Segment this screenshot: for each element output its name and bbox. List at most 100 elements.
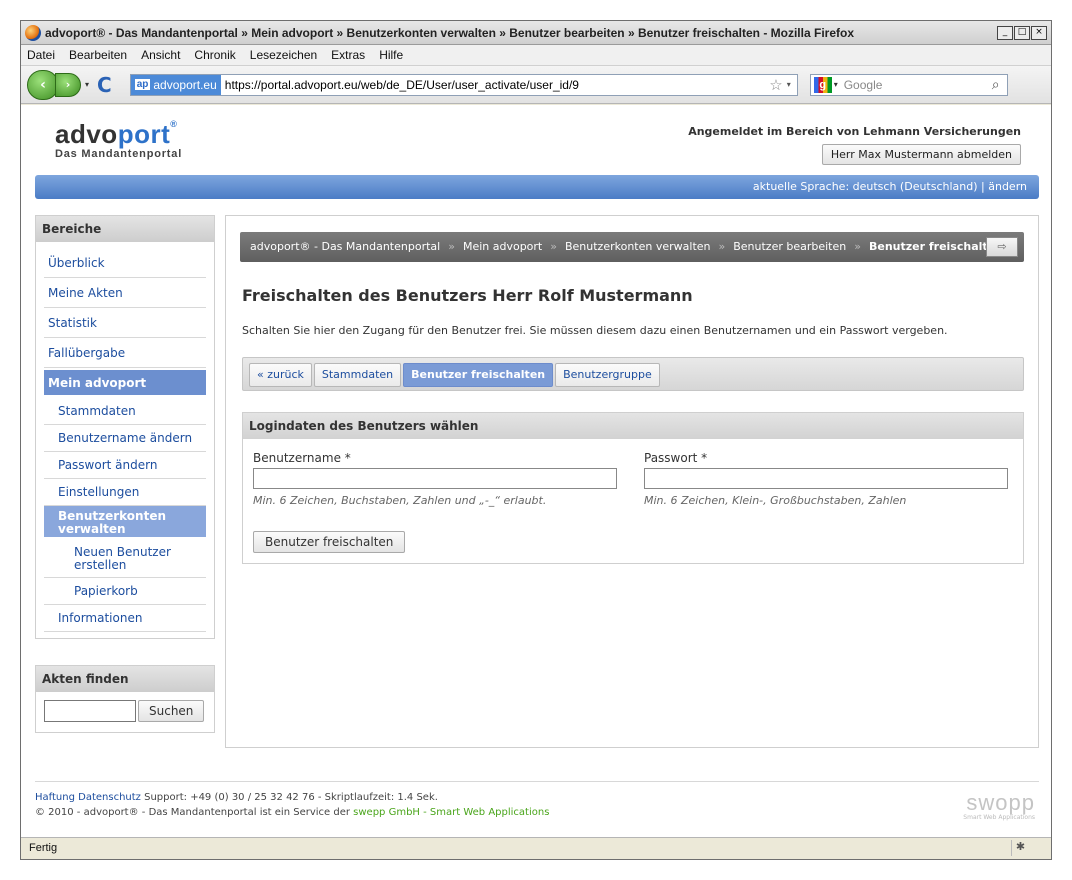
tab-back[interactable]: « zurück	[249, 363, 312, 387]
menu-bearbeiten[interactable]: Bearbeiten	[69, 48, 127, 62]
maximize-button[interactable]: □	[1014, 25, 1030, 40]
swopp-logo-text: swopp	[966, 790, 1035, 815]
username-hint: Min. 6 Zeichen, Buchstaben, Zahlen und „…	[253, 494, 547, 507]
logo-text-advo: advo	[55, 119, 118, 149]
footer-copyright: © 2010 - advoport® - Das Mandantenportal…	[35, 807, 350, 818]
breadcrumb-action-icon[interactable]: ⇨	[986, 237, 1018, 257]
site-favicon: ap	[134, 79, 151, 90]
logo-registered: ®	[170, 119, 178, 129]
sidebar-item-mein-advoport[interactable]: Mein advoport	[44, 370, 206, 398]
akten-search-input[interactable]	[44, 700, 136, 722]
search-engine-dropdown-icon[interactable]: ▾	[834, 80, 838, 89]
sidebar-item-benutzername-aendern[interactable]: Benutzername ändern	[44, 425, 206, 452]
password-input[interactable]	[644, 468, 1008, 489]
minimize-button[interactable]: _	[997, 25, 1013, 40]
login-info: Angemeldet im Bereich von Lehmann Versic…	[688, 125, 1021, 165]
sidebar: Bereiche Überblick Meine Akten Statistik…	[35, 215, 215, 733]
url-input[interactable]: https://portal.advoport.eu/web/de_DE/Use…	[225, 78, 769, 92]
footer-support: Support: +49 (0) 30 / 25 32 42 76 - Skri…	[144, 792, 438, 803]
breadcrumb-current: Benutzer freischalten	[868, 240, 1003, 253]
swopp-logo-subtitle: Smart Web Applications	[963, 814, 1035, 821]
forward-button[interactable]: ›	[55, 72, 81, 97]
breadcrumb-separator: »	[854, 240, 861, 253]
page-footer: Haftung Datenschutz Support: +49 (0) 30 …	[35, 781, 1039, 821]
breadcrumb-item-benutzer-bearbeiten[interactable]: Benutzer bearbeiten	[733, 240, 846, 253]
username-input[interactable]	[253, 468, 617, 489]
logo-subtitle: Das Mandantenportal	[55, 148, 183, 160]
main-content: advoport® - Das Mandantenportal » Mein adv…	[225, 215, 1039, 748]
sidebar-item-papierkorb[interactable]: Papierkorb	[44, 578, 206, 605]
sidebar-item-stammdaten[interactable]: Stammdaten	[44, 398, 206, 425]
url-bar[interactable]: ap advoport.eu https://portal.advoport.e…	[129, 73, 798, 96]
site-identity-button[interactable]: ap advoport.eu	[130, 74, 221, 95]
reload-icon[interactable]: C	[97, 73, 112, 97]
search-bar[interactable]: g ▾ Google ⌕	[809, 73, 1008, 96]
bookmark-star-icon[interactable]: ☆	[769, 76, 782, 94]
sidebar-item-statistik[interactable]: Statistik	[44, 308, 206, 338]
footer-link-haftung[interactable]: Haftung	[35, 792, 75, 803]
addon-status-icon[interactable]: ✱	[1011, 840, 1029, 856]
footer-company-link[interactable]: swepp GmbH - Smart Web Applications	[353, 807, 549, 818]
login-status: Angemeldet im Bereich von Lehmann Versic…	[688, 125, 1021, 138]
username-field-group: Benutzername * Min. 6 Zeichen, Buchstabe…	[253, 451, 617, 507]
footer-link-datenschutz[interactable]: Datenschutz	[78, 792, 141, 803]
page-title: Freischalten des Benutzers Herr Rolf Mus…	[242, 286, 693, 305]
window-controls: _ □ ×	[997, 25, 1047, 40]
breadcrumb-separator: »	[718, 240, 726, 253]
search-icon[interactable]: ⌕	[985, 76, 1007, 93]
menu-chronik[interactable]: Chronik	[194, 48, 235, 62]
window-title: advoport® - Das Mandantenportal » Mein a…	[45, 25, 854, 40]
breadcrumb: advoport® - Das Mandantenportal » Mein adv…	[240, 232, 1024, 262]
sidebar-item-informationen[interactable]: Informationen	[44, 605, 206, 632]
url-dropdown-icon[interactable]: ▾	[787, 80, 791, 89]
areas-box: Bereiche Überblick Meine Akten Statistik…	[35, 215, 215, 639]
menu-lesezeichen[interactable]: Lesezeichen	[250, 48, 317, 62]
tab-benutzergruppe[interactable]: Benutzergruppe	[555, 363, 660, 387]
akten-search-title: Akten finden	[36, 666, 214, 692]
password-hint: Min. 6 Zeichen, Klein-, Großbuchstaben, …	[644, 494, 907, 507]
language-bar[interactable]: aktuelle Sprache: deutsch (Deutschland) …	[35, 175, 1039, 199]
breadcrumb-item-portal[interactable]: advoport® - Das Mandantenportal	[250, 240, 440, 253]
areas-title: Bereiche	[36, 216, 214, 242]
status-text: Fertig	[29, 842, 58, 854]
akten-search-box: Akten finden Suchen	[35, 665, 215, 733]
menu-ansicht[interactable]: Ansicht	[141, 48, 180, 62]
firefox-icon	[25, 24, 41, 41]
advoport-logo[interactable]: advoport® Das Mandantenportal	[55, 119, 182, 160]
close-button[interactable]: ×	[1031, 25, 1047, 40]
breadcrumb-item-benutzerkonten[interactable]: Benutzerkonten verwalten	[565, 240, 711, 253]
login-data-panel: Logindaten des Benutzers wählen Benutzer…	[242, 412, 1024, 564]
status-bar: Fertig ✱	[21, 837, 1051, 859]
sidebar-nav: Überblick Meine Akten Statistik Fallüber…	[36, 242, 214, 638]
menu-hilfe[interactable]: Hilfe	[379, 48, 403, 62]
sidebar-item-falluebergabe[interactable]: Fallübergabe	[44, 338, 206, 368]
tab-stammdaten[interactable]: Stammdaten	[313, 363, 402, 387]
browser-window: advoport® - Das Mandantenportal » Mein a…	[20, 20, 1052, 860]
logout-button[interactable]: Herr Max Mustermann abmelden	[821, 144, 1021, 165]
logo-text-port: port	[117, 119, 171, 149]
password-field-group: Passwort * Min. 6 Zeichen, Klein-, Großb…	[644, 451, 1008, 507]
sidebar-item-einstellungen[interactable]: Einstellungen	[44, 479, 206, 506]
history-dropdown-icon[interactable]: ▾	[85, 80, 89, 89]
swopp-logo[interactable]: swopp Smart Web Applications	[963, 790, 1035, 821]
sidebar-item-ueberblick[interactable]: Überblick	[44, 248, 206, 278]
sidebar-item-passwort-aendern[interactable]: Passwort ändern	[44, 452, 206, 479]
navigation-toolbar: ‹ › ▾ C ap advoport.eu https://portal.ad…	[21, 66, 1051, 104]
sidebar-item-benutzerkonten-verwalten[interactable]: Benutzerkonten verwalten	[44, 506, 206, 540]
menu-extras[interactable]: Extras	[331, 48, 365, 62]
akten-search-button[interactable]: Suchen	[138, 700, 205, 722]
activate-user-button[interactable]: Benutzer freischalten	[253, 531, 406, 553]
breadcrumb-item-mein-advoport[interactable]: Mein advoport	[463, 240, 542, 253]
login-panel-title: Logindaten des Benutzers wählen	[243, 413, 1023, 439]
page-viewport: advoport® Das Mandantenportal Angemeldet…	[21, 105, 1051, 837]
sidebar-item-meine-akten[interactable]: Meine Akten	[44, 278, 206, 308]
title-bar: advoport® - Das Mandantenportal » Mein a…	[21, 21, 1051, 45]
username-label: Benutzername *	[253, 451, 351, 465]
sidebar-item-neuen-benutzer-erstellen[interactable]: Neuen Benutzer erstellen	[44, 540, 206, 578]
google-icon[interactable]: g	[813, 76, 832, 93]
menu-datei[interactable]: Datei	[27, 48, 55, 62]
menu-bar: Datei Bearbeiten Ansicht Chronik Lesezei…	[21, 45, 1051, 66]
tab-benutzer-freischalten[interactable]: Benutzer freischalten	[403, 363, 554, 387]
search-input[interactable]: Google	[844, 78, 985, 92]
breadcrumb-separator: »	[550, 240, 557, 253]
